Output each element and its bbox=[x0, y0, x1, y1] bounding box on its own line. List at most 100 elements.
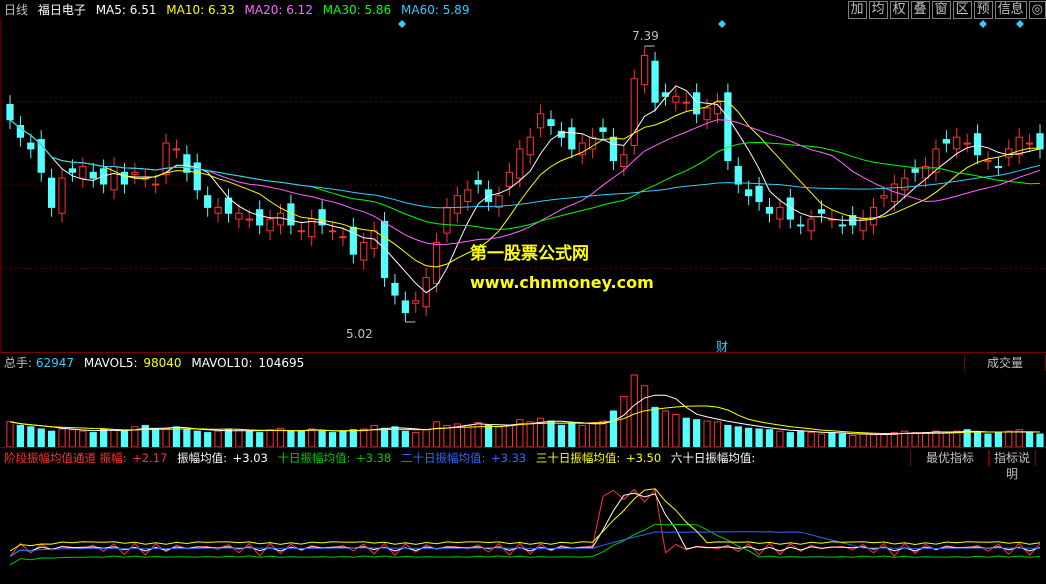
watermark-title: 第一股票公式网 bbox=[470, 244, 589, 264]
toolbar-settings-icon[interactable]: ◎ bbox=[1028, 1, 1046, 19]
candle-body bbox=[162, 142, 170, 176]
toolbar-forecast-button[interactable]: 预 bbox=[973, 1, 993, 19]
candle-body bbox=[1015, 136, 1023, 156]
volume-bar bbox=[193, 430, 201, 447]
ma60-label: MA60: 5.89 bbox=[401, 3, 470, 17]
candle-body bbox=[526, 136, 534, 156]
sixty-day-label: 六十日振幅均值: bbox=[670, 451, 756, 465]
volume-bar bbox=[859, 433, 867, 447]
volume-bar bbox=[287, 430, 295, 447]
candle-body bbox=[131, 171, 139, 176]
toolbar-info-button[interactable]: 信息 bbox=[994, 1, 1027, 19]
volume-bar bbox=[828, 432, 836, 447]
candle-body bbox=[401, 300, 409, 314]
avg-amplitude-label: 振幅均值: bbox=[177, 451, 227, 465]
candle-body bbox=[27, 142, 35, 150]
best-indicator-button[interactable]: 最优指标 bbox=[910, 450, 990, 466]
volume-bar bbox=[47, 430, 56, 447]
candle-body bbox=[953, 136, 961, 150]
candle-body bbox=[568, 127, 576, 150]
volume-bar bbox=[547, 420, 555, 447]
volume-bar bbox=[89, 432, 97, 447]
volume-bar bbox=[256, 432, 264, 447]
thirty-day-value: +3.50 bbox=[625, 451, 662, 465]
volume-bar bbox=[693, 419, 701, 447]
volume-bar bbox=[526, 421, 534, 447]
candle-body bbox=[152, 183, 160, 186]
volume-bar bbox=[973, 432, 982, 447]
volume-bar bbox=[838, 433, 846, 447]
volume-bar bbox=[505, 424, 514, 447]
candle-body bbox=[869, 206, 878, 226]
ma30-label: MA30: 5.86 bbox=[322, 3, 392, 17]
candle-body bbox=[120, 171, 129, 185]
divider-price bbox=[0, 352, 1046, 353]
candle-body bbox=[245, 218, 253, 221]
candle-body bbox=[755, 185, 763, 203]
toolbar-ma-button[interactable]: 均 bbox=[868, 1, 888, 19]
volume-chart[interactable] bbox=[0, 371, 1046, 447]
candle-body bbox=[349, 226, 357, 255]
avg-amplitude-line bbox=[9, 492, 1041, 557]
volume-tab-button[interactable]: 成交量 bbox=[964, 355, 1046, 371]
volume-bar bbox=[58, 428, 66, 447]
volume-bar bbox=[308, 428, 316, 447]
candle-body bbox=[984, 160, 992, 163]
indicator-chart[interactable] bbox=[0, 466, 1046, 584]
signal-diamond-icon bbox=[718, 20, 726, 28]
candle-body bbox=[276, 212, 285, 226]
candle-body bbox=[817, 209, 826, 214]
price-chart[interactable] bbox=[0, 18, 1046, 352]
candle-body bbox=[256, 209, 264, 226]
volume-bar bbox=[6, 421, 14, 447]
avg-amplitude-value: +3.03 bbox=[232, 451, 268, 465]
volume-bar bbox=[942, 432, 950, 447]
amplitude-line bbox=[9, 488, 1041, 557]
volume-bar bbox=[339, 430, 347, 447]
candle-body bbox=[672, 95, 680, 103]
amplitude-value: +2.17 bbox=[132, 451, 168, 465]
toolbar-range-button[interactable]: 区 bbox=[952, 1, 972, 19]
volume-bar bbox=[162, 427, 170, 447]
volume-bar bbox=[360, 428, 368, 447]
volume-bar bbox=[422, 429, 430, 447]
toolbar-rights-button[interactable]: 权 bbox=[889, 1, 909, 19]
volume-bar bbox=[432, 421, 441, 447]
volume-bar bbox=[495, 426, 503, 447]
volume-bar bbox=[412, 432, 420, 447]
volume-bar bbox=[297, 430, 305, 447]
candle-body bbox=[183, 154, 191, 173]
candle-body bbox=[391, 282, 399, 296]
candle-body bbox=[724, 92, 732, 162]
volume-bar bbox=[609, 410, 618, 447]
indicator-help-button[interactable]: 指标说明 bbox=[988, 450, 1036, 481]
mavol5-value: 98040 bbox=[143, 356, 182, 370]
period-label[interactable]: 日线 bbox=[4, 3, 28, 17]
volume-bar bbox=[713, 421, 722, 447]
volume-bar bbox=[786, 432, 794, 447]
volume-bar bbox=[79, 430, 87, 447]
candle-body bbox=[880, 195, 888, 199]
candle-body bbox=[776, 206, 784, 220]
candle-body bbox=[641, 54, 649, 86]
volume-bar bbox=[672, 414, 680, 447]
volume-bar bbox=[994, 432, 1003, 447]
toolbar: 加 均 权 叠 窗 区 预 信息 ◎ bbox=[846, 1, 1046, 19]
volume-bar bbox=[16, 424, 25, 447]
signal-diamond-icon bbox=[398, 20, 406, 28]
volume-bar bbox=[172, 426, 181, 447]
low-price-label: 5.02 bbox=[346, 327, 373, 341]
volume-bar bbox=[755, 428, 763, 447]
volume-bar bbox=[682, 417, 690, 447]
volume-bar bbox=[68, 429, 77, 447]
toolbar-window-button[interactable]: 窗 bbox=[931, 1, 951, 19]
volume-bar bbox=[318, 429, 326, 447]
volume-bar bbox=[578, 424, 586, 447]
candle-body bbox=[901, 177, 909, 191]
toolbar-overlay-button[interactable]: 叠 bbox=[910, 1, 930, 19]
volume-bar bbox=[599, 420, 607, 447]
volume-bar bbox=[911, 432, 919, 447]
volume-bar bbox=[734, 426, 742, 447]
volume-bar bbox=[183, 429, 191, 447]
toolbar-add-button[interactable]: 加 bbox=[847, 1, 867, 19]
